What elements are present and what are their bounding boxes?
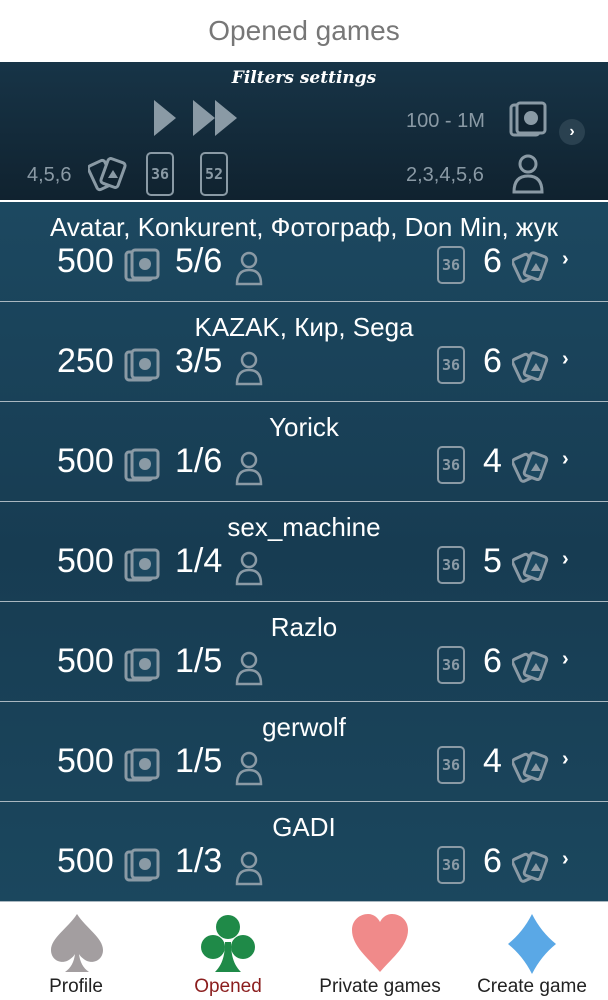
game-cards: 4 [483, 442, 502, 480]
game-players: GADI [272, 812, 336, 842]
tab-opened[interactable]: Opened [152, 902, 304, 1000]
game-stake: 500 [57, 842, 114, 880]
game-row[interactable]: GADI 500 1/3 36 6 › [0, 802, 608, 902]
cards-icon [512, 251, 549, 283]
money-icon [124, 848, 160, 882]
stake-range: 100 - 1M [406, 110, 485, 132]
cards-filter: 4,5,6 [27, 164, 72, 186]
tab-create-game[interactable]: Create game [456, 902, 608, 1000]
game-cards: 6 [483, 242, 502, 280]
game-seats: 1/5 [175, 642, 223, 680]
game-players: sex_machine [227, 512, 381, 542]
players-filter: 2,3,4,5,6 [406, 164, 484, 186]
money-icon [124, 748, 160, 782]
fast-speed-icon[interactable] [191, 98, 241, 138]
money-icon [509, 101, 547, 137]
money-icon [124, 548, 160, 582]
game-row[interactable]: Avatar, Konkurent, Фотограф, Don Min, жу… [0, 202, 608, 302]
person-icon [235, 851, 263, 886]
game-stake: 500 [57, 542, 114, 580]
game-stake: 500 [57, 642, 114, 680]
normal-speed-icon[interactable] [150, 98, 180, 138]
game-stake: 500 [57, 442, 114, 480]
game-seats: 1/3 [175, 842, 223, 880]
game-row[interactable]: Razlo 500 1/5 36 6 › [0, 602, 608, 702]
money-icon [124, 248, 160, 282]
deck-badge: 36 [437, 646, 465, 684]
deck-badge: 36 [437, 246, 465, 284]
cards-icon [512, 851, 549, 883]
bottom-tab-bar: Profile Opened Private games Create game [0, 902, 608, 1000]
person-icon [235, 251, 263, 286]
game-seats: 1/5 [175, 742, 223, 780]
person-icon [235, 651, 263, 686]
game-players: KAZAK, Кир, Sega [194, 312, 414, 342]
cards-icon [512, 651, 549, 683]
game-seats: 3/5 [175, 342, 223, 380]
game-stake: 500 [57, 742, 114, 780]
chevron-right-icon[interactable]: › [562, 748, 569, 771]
game-row[interactable]: KAZAK, Кир, Sega 250 3/5 36 6 › [0, 302, 608, 402]
tab-label: Opened [194, 976, 262, 997]
money-icon [124, 348, 160, 382]
chevron-right-icon[interactable]: › [562, 848, 569, 871]
game-cards: 6 [483, 842, 502, 880]
game-stake: 500 [57, 242, 114, 280]
club-icon [201, 915, 255, 972]
diamond-icon [508, 914, 556, 974]
cards-icon [512, 351, 549, 383]
deck-52-filter[interactable]: 52 [200, 152, 228, 196]
page-title: Opened games [208, 15, 400, 46]
chevron-right-icon[interactable]: › [562, 648, 569, 671]
cards-icon [512, 751, 549, 783]
filters-title: Filters settings [231, 68, 377, 88]
deck-badge: 36 [437, 746, 465, 784]
game-row[interactable]: sex_machine 500 1/4 36 5 › [0, 502, 608, 602]
tab-label: Profile [49, 976, 103, 997]
game-players: Razlo [270, 612, 338, 642]
game-seats: 5/6 [175, 242, 223, 280]
deck-badge: 36 [437, 346, 465, 384]
deck-badge: 36 [437, 546, 465, 584]
game-cards: 5 [483, 542, 502, 580]
heart-icon [352, 914, 408, 972]
game-stake: 250 [57, 342, 114, 380]
games-list: Avatar, Konkurent, Фотограф, Don Min, жу… [0, 200, 608, 902]
filters-open-button[interactable]: › [559, 119, 585, 145]
cards-icon [512, 551, 549, 583]
chevron-right-icon[interactable]: › [562, 548, 569, 571]
game-cards: 6 [483, 642, 502, 680]
person-icon [235, 751, 263, 786]
game-players: Yorick [269, 412, 339, 442]
person-icon [235, 451, 263, 486]
chevron-right-icon[interactable]: › [562, 348, 569, 371]
game-players: Avatar, Konkurent, Фотограф, Don Min, жу… [50, 212, 558, 242]
game-seats: 1/6 [175, 442, 223, 480]
tab-profile[interactable]: Profile [0, 902, 152, 1000]
chevron-right-icon[interactable]: › [562, 448, 569, 471]
person-icon [235, 551, 263, 586]
money-icon [124, 648, 160, 682]
tab-label: Create game [477, 976, 587, 997]
tab-private-games[interactable]: Private games [304, 902, 456, 1000]
game-row[interactable]: Yorick 500 1/6 36 4 › [0, 402, 608, 502]
game-cards: 6 [483, 342, 502, 380]
game-cards: 4 [483, 742, 502, 780]
person-icon [512, 154, 544, 194]
tab-label: Private games [319, 976, 441, 997]
deck-badge: 36 [437, 846, 465, 884]
game-row[interactable]: gerwolf 500 1/5 36 4 › [0, 702, 608, 802]
person-icon [235, 351, 263, 386]
filters-panel[interactable]: Filters settings 100 - 1M › 4,5,6 36 52 … [0, 62, 608, 200]
header: Opened games [0, 0, 608, 62]
chevron-right-icon[interactable]: › [562, 248, 569, 271]
deck-badge: 36 [437, 446, 465, 484]
cards-icon [88, 157, 127, 192]
game-players: gerwolf [262, 712, 346, 742]
money-icon [124, 448, 160, 482]
deck-36-filter[interactable]: 36 [146, 152, 174, 196]
game-seats: 1/4 [175, 542, 223, 580]
spade-icon [51, 914, 103, 972]
cards-icon [512, 451, 549, 483]
